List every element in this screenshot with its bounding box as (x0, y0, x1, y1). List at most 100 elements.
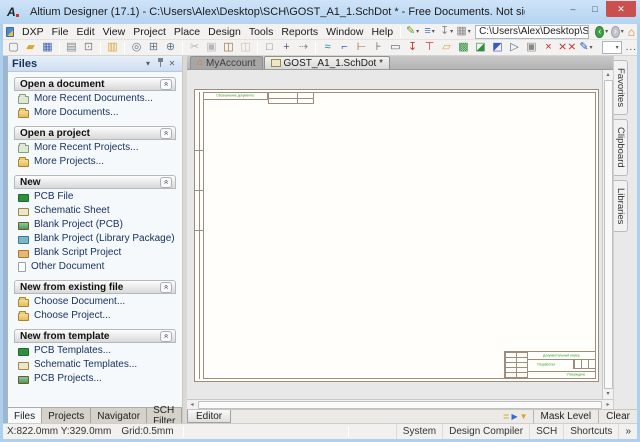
collapse-icon[interactable]: « (160, 128, 172, 139)
section-header[interactable]: New « (14, 175, 176, 189)
file-item-more-recent-projects[interactable]: More Recent Projects... (14, 141, 176, 154)
horizontal-scrollbar[interactable]: ◂ ▸ (187, 399, 613, 409)
chevron-down-icon[interactable]: ▾ (605, 28, 608, 35)
panel-tab-navigator[interactable]: Navigator (91, 408, 147, 423)
vertical-scroll-thumb[interactable] (604, 80, 613, 389)
menu-item-place[interactable]: Place (170, 24, 204, 40)
toolbar-print[interactable]: ▤ (64, 41, 79, 55)
schematic-viewport[interactable]: Обозначение документа Документальный ном… (187, 70, 613, 399)
tab-gost-schdot[interactable]: GOST_A1_1.SchDot * (264, 56, 391, 69)
toolbar-save-document[interactable]: ▦ (40, 41, 55, 55)
file-item-choose-project[interactable]: Choose Project... (14, 309, 176, 322)
toolbar-move-selection[interactable]: + (279, 41, 294, 55)
menu-item-design[interactable]: Design (204, 24, 245, 40)
toolbar-zoom-selected[interactable]: ⊕ (163, 41, 178, 55)
status-button-more-status[interactable]: » (618, 424, 637, 439)
panel-tab-files[interactable]: Files (8, 408, 42, 423)
toolbar-annotate-dropdown[interactable]: ✎▾ (578, 41, 593, 55)
toolbar-place-harness-connector[interactable]: ◩ (490, 41, 505, 55)
section-header[interactable]: Open a document « (14, 77, 176, 91)
collapse-icon[interactable]: « (160, 177, 172, 188)
toolbar-print-preview[interactable]: ⊡ (81, 41, 96, 55)
toolbar-zoom-fit-document[interactable]: ◎ (129, 41, 144, 55)
toolbar-place-sheet-symbol[interactable]: ▩ (456, 41, 471, 55)
minimize-button[interactable]: – (562, 1, 584, 17)
section-header[interactable]: Open a project « (14, 126, 176, 140)
file-item-choose-document[interactable]: Choose Document... (14, 295, 176, 308)
dxp-icon[interactable] (6, 27, 14, 37)
toolbar-new-document[interactable]: ▢ (6, 41, 21, 55)
menu-item-edit[interactable]: Edit (73, 24, 99, 40)
scroll-right-icon[interactable]: ▸ (603, 401, 613, 408)
mask-level-button[interactable]: Mask Level (533, 410, 599, 423)
menu-item-help[interactable]: Help (367, 24, 397, 40)
file-item-blank-script-project[interactable]: Blank Script Project (14, 246, 176, 259)
section-header[interactable]: New from existing file « (14, 280, 176, 294)
power-sources-dropdown[interactable]: ↧▾ (439, 25, 454, 39)
toolbar-compile-mask[interactable]: ⨯⨯ (558, 41, 576, 55)
storage-path-combo[interactable]: C:\Users\Alex\Desktop\SCH\GOST ▾ (475, 25, 589, 39)
panel-pin-icon[interactable] (154, 58, 166, 69)
file-item-schematic-templates[interactable]: Schematic Templates... (14, 358, 176, 371)
panel-close-icon[interactable]: ✕ (166, 59, 178, 68)
file-item-more-recent-documents[interactable]: More Recent Documents... (14, 92, 176, 105)
menu-item-file[interactable]: File (48, 24, 73, 40)
toolbar-place-port[interactable]: ▷ (507, 41, 522, 55)
toolbar-paste[interactable]: ◫ (221, 41, 236, 55)
file-item-more-documents[interactable]: More Documents... (14, 106, 176, 119)
toolbar-place-vcc-power-port[interactable]: ⊤ (422, 41, 437, 55)
toolbar-place-harness-entry[interactable]: ⊦ (371, 41, 386, 55)
toolbar-zoom-area[interactable]: ⊞ (146, 41, 161, 55)
variant-combo[interactable]: ▾ (602, 41, 621, 54)
collapse-icon[interactable]: « (160, 79, 172, 90)
toolbar-paste-array[interactable]: ◫ (238, 41, 253, 55)
status-button-system[interactable]: System (396, 424, 442, 439)
right-tab-clipboard[interactable]: Clipboard (614, 119, 628, 176)
forward-button[interactable]: › (611, 26, 620, 38)
file-item-blank-project-library-package[interactable]: Blank Project (Library Package) (14, 232, 176, 245)
toolbar-place-gnd-power-port[interactable]: ↧ (405, 41, 420, 55)
toolbar-place-bus[interactable]: ⌐ (337, 41, 352, 55)
right-tab-libraries[interactable]: Libraries (614, 180, 628, 232)
variant-manager-button[interactable]: ... (626, 42, 637, 53)
file-item-schematic-sheet[interactable]: Schematic Sheet (14, 204, 176, 217)
file-item-pcb-templates[interactable]: PCB Templates... (14, 344, 176, 357)
clear-button[interactable]: Clear (598, 410, 637, 423)
collapse-icon[interactable]: « (160, 282, 172, 293)
right-tab-favorites[interactable]: Favorites (614, 60, 628, 115)
back-button[interactable]: ‹ (595, 26, 604, 38)
levels-icon[interactable]: ≣ (503, 413, 510, 421)
vertical-scrollbar[interactable]: ▴ ▾ (602, 70, 613, 399)
toolbar-workspace-panels[interactable]: ▥ (105, 41, 120, 55)
alignment-dropdown[interactable]: ≡▾ (422, 25, 437, 39)
utilities-dropdown[interactable]: ✎▾ (405, 25, 420, 39)
menu-item-dxp[interactable]: DXP (18, 24, 48, 40)
toolbar-place-net-label[interactable]: ▭ (388, 41, 403, 55)
close-button[interactable]: ✕ (606, 1, 636, 17)
toolbar-place-no-erc[interactable]: × (541, 41, 556, 55)
toolbar-place-signal-harness[interactable]: ⊢ (354, 41, 369, 55)
toolbar-cut[interactable]: ✂ (187, 41, 202, 55)
chevron-down-icon[interactable]: ▾ (621, 28, 624, 35)
file-item-pcb-projects[interactable]: PCB Projects... (14, 372, 176, 385)
section-header[interactable]: New from template « (14, 329, 176, 343)
horizontal-scroll-thumb[interactable] (198, 401, 602, 409)
status-button-sch[interactable]: SCH (529, 424, 563, 439)
collapse-icon[interactable]: « (160, 331, 172, 342)
home-button[interactable]: ⌂ (628, 25, 635, 39)
toolbar-place-device-sheet[interactable]: ▣ (524, 41, 539, 55)
maximize-button[interactable]: □ (584, 1, 606, 17)
scroll-down-icon[interactable]: ▾ (603, 389, 614, 399)
menu-item-view[interactable]: View (99, 24, 130, 40)
toolbar-place-part[interactable]: ▱ (439, 41, 454, 55)
toolbar-open-document[interactable]: ▰ (23, 41, 38, 55)
menu-item-project[interactable]: Project (129, 24, 170, 40)
toolbar-copy[interactable]: ▣ (204, 41, 219, 55)
filter-icon[interactable]: ▼ (520, 413, 528, 421)
toolbar-select-area[interactable]: □ (262, 41, 277, 55)
panel-tab-sch-filter[interactable]: SCH Filter (147, 408, 182, 423)
scroll-left-icon[interactable]: ◂ (187, 401, 197, 408)
status-button-shortcuts[interactable]: Shortcuts (563, 424, 618, 439)
tab-myaccount[interactable]: ⌂ MyAccount (190, 56, 263, 69)
file-item-blank-project-pcb[interactable]: Blank Project (PCB) (14, 218, 176, 231)
